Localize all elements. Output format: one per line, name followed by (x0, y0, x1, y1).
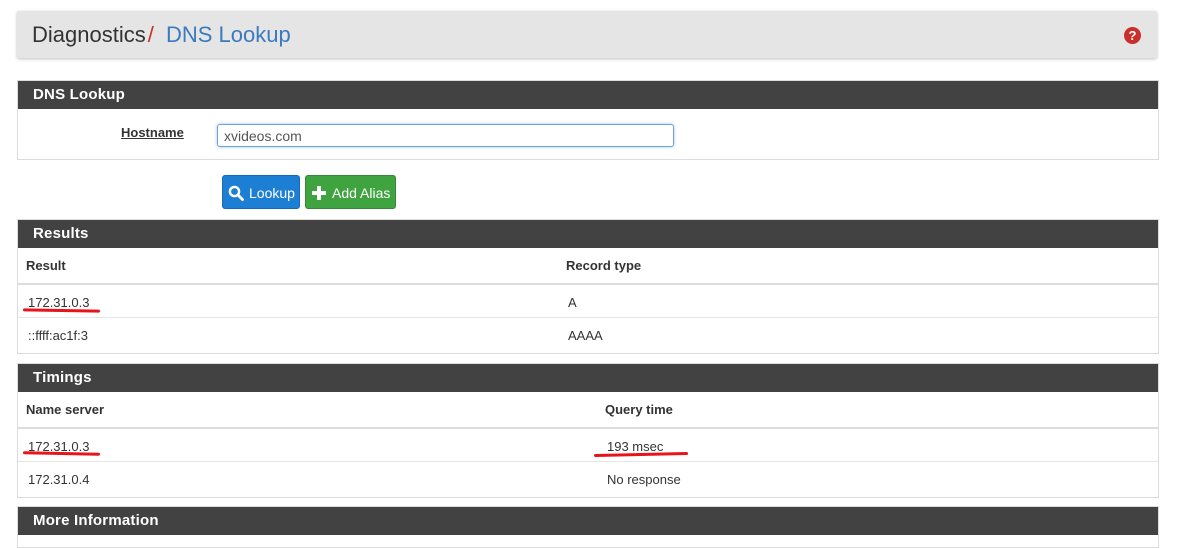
table-cell: 172.31.0.4 (28, 472, 90, 487)
breadcrumb-separator: / (147, 22, 154, 47)
table-row: 172.31.0.4 No response (18, 462, 1158, 495)
dns-lookup-panel: DNS Lookup Hostname (17, 80, 1159, 160)
timings-panel: Timings Name server Query time 172.31.0.… (17, 363, 1159, 498)
add-alias-button[interactable]: Add Alias (305, 175, 396, 209)
table-cell: AAAA (568, 328, 603, 343)
hostname-input[interactable] (217, 124, 674, 147)
table-row: ::ffff:ac1f:3 AAAA (18, 318, 1158, 351)
table-row: 172.31.0.3 A (18, 285, 1158, 318)
question-circle-icon[interactable]: ? (1124, 27, 1141, 44)
column-header: Query time (605, 402, 673, 417)
table-header-row: Name server Query time (18, 392, 1158, 429)
page-title: Diagnostics/ DNS Lookup (32, 23, 291, 47)
table-header-row: Result Record type (18, 248, 1158, 285)
results-panel: Results Result Record type 172.31.0.3 A … (17, 219, 1159, 354)
breadcrumb: Diagnostics/ DNS Lookup ? (17, 11, 1157, 58)
panel-heading: Results (18, 220, 1158, 248)
table-cell: ::ffff:ac1f:3 (28, 328, 88, 343)
timings-table: Name server Query time 172.31.0.3 193 ms… (18, 392, 1158, 495)
column-header: Result (26, 258, 66, 273)
results-table: Result Record type 172.31.0.3 A ::ffff:a… (18, 248, 1158, 351)
table-cell: No response (607, 472, 681, 487)
column-header: Record type (566, 258, 642, 273)
table-cell: A (568, 295, 577, 310)
panel-heading: Timings (18, 364, 1158, 392)
lookup-button[interactable]: Lookup (222, 175, 300, 209)
column-header: Name server (26, 402, 105, 417)
add-alias-button-label: Add Alias (332, 185, 391, 201)
breadcrumb-parent: Diagnostics (32, 22, 146, 47)
table-row: 172.31.0.3 193 msec (18, 429, 1158, 462)
plus-icon (312, 186, 326, 200)
breadcrumb-current-link[interactable]: DNS Lookup (166, 22, 291, 47)
search-icon (228, 185, 244, 201)
panel-heading: DNS Lookup (18, 81, 1158, 109)
lookup-button-label: Lookup (249, 185, 295, 201)
panel-heading[interactable]: More Information (18, 507, 1158, 535)
hostname-label: Hostname (121, 125, 184, 140)
more-information-panel[interactable]: More Information (17, 506, 1159, 548)
